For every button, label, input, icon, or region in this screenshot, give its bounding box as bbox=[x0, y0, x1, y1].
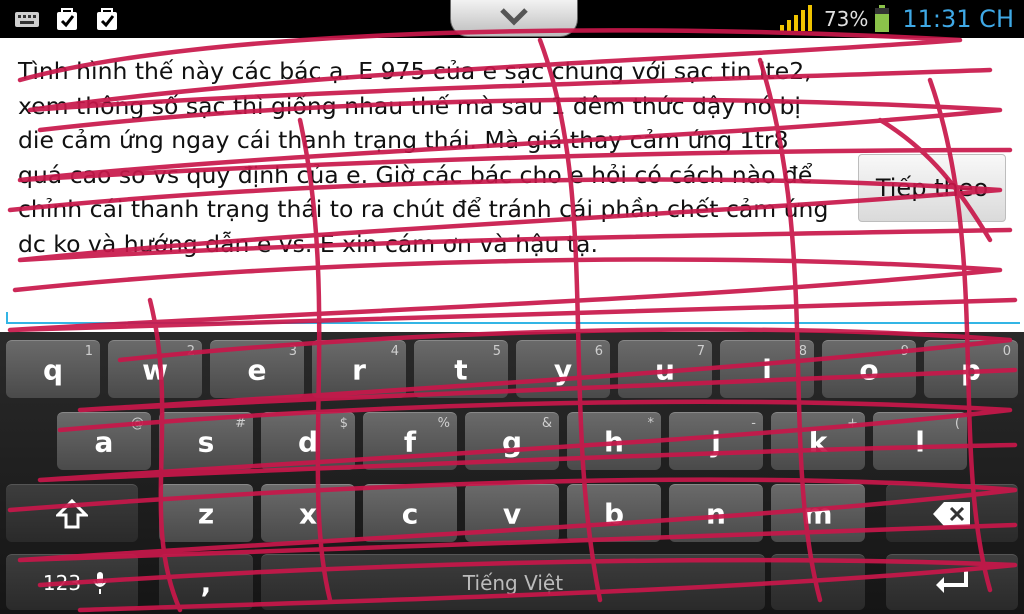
keyboard-icon bbox=[15, 12, 39, 27]
key-label: j bbox=[711, 425, 721, 458]
notification-pull-tab[interactable] bbox=[450, 0, 578, 37]
status-bar: 73% 11:31 CH bbox=[0, 0, 1024, 38]
enter-key[interactable] bbox=[886, 554, 1018, 610]
notification-icons bbox=[14, 6, 120, 32]
soft-keyboard: 1q 2w 3e 4r 5t 6y 7u 8i 9o 0p @ a # s $ d %… bbox=[0, 332, 1024, 614]
task-done-icon bbox=[57, 8, 77, 30]
clock: 11:31 CH bbox=[902, 5, 1014, 33]
task-done-icon bbox=[97, 8, 117, 30]
microphone-icon bbox=[93, 572, 107, 594]
comma-key[interactable]: , bbox=[159, 554, 253, 610]
key-y[interactable]: 6y bbox=[516, 340, 610, 398]
key-label: c bbox=[401, 497, 419, 530]
key-u[interactable]: 7u bbox=[618, 340, 712, 398]
key-label: v bbox=[502, 497, 522, 530]
key-w[interactable]: 2w bbox=[108, 340, 202, 398]
key-k[interactable]: + k bbox=[771, 412, 865, 470]
key-label: z bbox=[197, 497, 215, 530]
key-label: w bbox=[142, 353, 168, 386]
key-p[interactable]: 0p bbox=[924, 340, 1018, 398]
key-e[interactable]: 3e bbox=[210, 340, 304, 398]
key-b[interactable]: b bbox=[567, 484, 661, 542]
key-m[interactable]: m bbox=[771, 484, 865, 542]
key-label: h bbox=[604, 425, 624, 458]
message-editor[interactable]: Tình hình thế này các bác ạ. E 975 của e… bbox=[0, 38, 1024, 332]
key-h[interactable]: * h bbox=[567, 412, 661, 470]
key-label: a bbox=[94, 425, 114, 458]
key-s[interactable]: # s bbox=[159, 412, 253, 470]
enter-icon bbox=[936, 571, 968, 593]
key-label: n bbox=[706, 497, 726, 530]
key-c[interactable]: c bbox=[363, 484, 457, 542]
key-n[interactable]: n bbox=[669, 484, 763, 542]
key-label: q bbox=[42, 353, 64, 386]
key-label: p bbox=[960, 353, 982, 386]
key-label: k bbox=[808, 425, 828, 458]
space-key[interactable]: Tiếng Việt bbox=[261, 554, 765, 610]
key-label: x bbox=[298, 497, 318, 530]
key-label: 123 bbox=[42, 570, 82, 595]
key-l[interactable]: (l bbox=[873, 412, 967, 470]
key-t[interactable]: 5t bbox=[414, 340, 508, 398]
key-label: u bbox=[655, 353, 675, 386]
key-x[interactable]: x bbox=[261, 484, 355, 542]
shift-icon bbox=[56, 499, 88, 529]
key-label: f bbox=[403, 425, 417, 458]
period-key[interactable] bbox=[771, 554, 865, 610]
key-label: r bbox=[352, 353, 366, 386]
text-field-underline bbox=[6, 322, 1020, 324]
key-label: y bbox=[553, 353, 573, 386]
key-o[interactable]: 9o bbox=[822, 340, 916, 398]
key-label: s bbox=[197, 425, 215, 458]
key-z[interactable]: z bbox=[159, 484, 253, 542]
key-d[interactable]: $ d bbox=[261, 412, 355, 470]
key-g[interactable]: & g bbox=[465, 412, 559, 470]
key-v[interactable]: v bbox=[465, 484, 559, 542]
battery-icon bbox=[875, 5, 890, 32]
shift-key[interactable] bbox=[6, 484, 138, 542]
chevron-down-icon bbox=[500, 8, 528, 26]
language-label: Tiếng Việt bbox=[462, 570, 564, 595]
key-label: , bbox=[200, 566, 212, 599]
key-label: o bbox=[859, 353, 879, 386]
key-q[interactable]: 1q bbox=[6, 340, 100, 398]
backspace-key[interactable] bbox=[886, 484, 1018, 542]
key-label: i bbox=[762, 353, 772, 386]
system-indicators: 73% 11:31 CH bbox=[778, 4, 1014, 34]
key-label: b bbox=[603, 497, 625, 530]
key-label: l bbox=[915, 425, 925, 458]
battery-percent: 73% bbox=[823, 7, 869, 31]
key-j[interactable]: -j bbox=[669, 412, 763, 470]
key-label: g bbox=[501, 425, 523, 458]
symbols-key[interactable]: 123 bbox=[6, 554, 138, 610]
key-f[interactable]: % f bbox=[363, 412, 457, 470]
key-a[interactable]: @ a bbox=[57, 412, 151, 470]
key-label: t bbox=[454, 353, 468, 386]
key-r[interactable]: 4r bbox=[312, 340, 406, 398]
key-label: m bbox=[803, 497, 833, 530]
key-label: e bbox=[247, 353, 267, 386]
key-i[interactable]: 8i bbox=[720, 340, 814, 398]
next-button[interactable]: Tiếp theo bbox=[858, 154, 1006, 222]
backspace-icon bbox=[933, 502, 970, 526]
signal-icon bbox=[779, 5, 812, 31]
message-text[interactable]: Tình hình thế này các bác ạ. E 975 của e… bbox=[18, 54, 830, 261]
key-label: d bbox=[297, 425, 319, 458]
